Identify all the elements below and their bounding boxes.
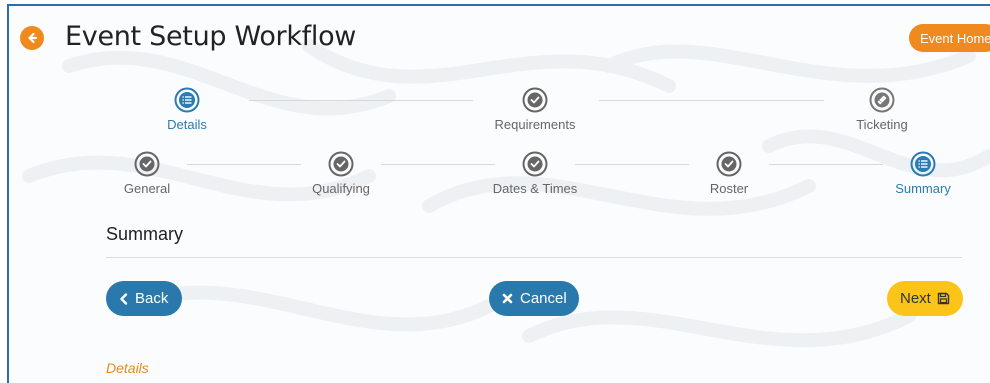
- back-button-label: Back: [135, 290, 169, 307]
- step-connector: [249, 100, 473, 101]
- section-divider: [106, 257, 962, 258]
- check-circle-icon: [716, 151, 742, 177]
- sub-step-label: Qualifying: [312, 181, 370, 196]
- sub-step-label: Roster: [709, 181, 749, 196]
- main-step-label: Ticketing: [856, 117, 908, 132]
- event-home-button[interactable]: Event Home: [909, 24, 990, 52]
- check-circle-icon: [522, 151, 548, 177]
- page-title: Event Setup Workflow: [65, 21, 357, 52]
- sub-step-dates-times[interactable]: Dates & Times: [475, 151, 595, 196]
- list-icon: [910, 151, 936, 177]
- sub-step-summary[interactable]: Summary: [863, 151, 983, 196]
- sub-step-label: Dates & Times: [492, 181, 578, 196]
- cancel-button-label: Cancel: [520, 290, 567, 307]
- main-step-label: Requirements: [494, 117, 576, 132]
- section-title: Summary: [106, 224, 184, 244]
- check-circle-icon: [522, 87, 548, 113]
- sub-step-label: Summary: [895, 181, 951, 196]
- details-section-link[interactable]: Details: [106, 360, 149, 376]
- workflow-panel: Event Setup Workflow Event Home Details …: [7, 4, 990, 383]
- main-step-requirements[interactable]: Requirements: [475, 87, 595, 132]
- main-step-details[interactable]: Details: [127, 87, 247, 132]
- check-circle-icon: [328, 151, 354, 177]
- ticket-icon: [869, 87, 895, 113]
- chevron-left-icon: [120, 292, 128, 305]
- sub-step-general[interactable]: General: [87, 151, 207, 196]
- list-icon: [174, 87, 200, 113]
- next-button-label: Next: [900, 290, 931, 307]
- save-icon: [937, 292, 950, 305]
- sub-step-label: General: [123, 181, 171, 196]
- sub-step-roster[interactable]: Roster: [669, 151, 789, 196]
- check-circle-icon: [134, 151, 160, 177]
- step-connector: [599, 100, 824, 101]
- cancel-button[interactable]: Cancel: [489, 281, 579, 316]
- main-step-label: Details: [167, 117, 207, 132]
- close-icon: [502, 293, 513, 304]
- next-button[interactable]: Next: [887, 281, 963, 316]
- main-step-ticketing[interactable]: Ticketing: [822, 87, 942, 132]
- back-arrow-icon[interactable]: [20, 26, 44, 50]
- sub-step-qualifying[interactable]: Qualifying: [281, 151, 401, 196]
- back-button[interactable]: Back: [106, 281, 182, 316]
